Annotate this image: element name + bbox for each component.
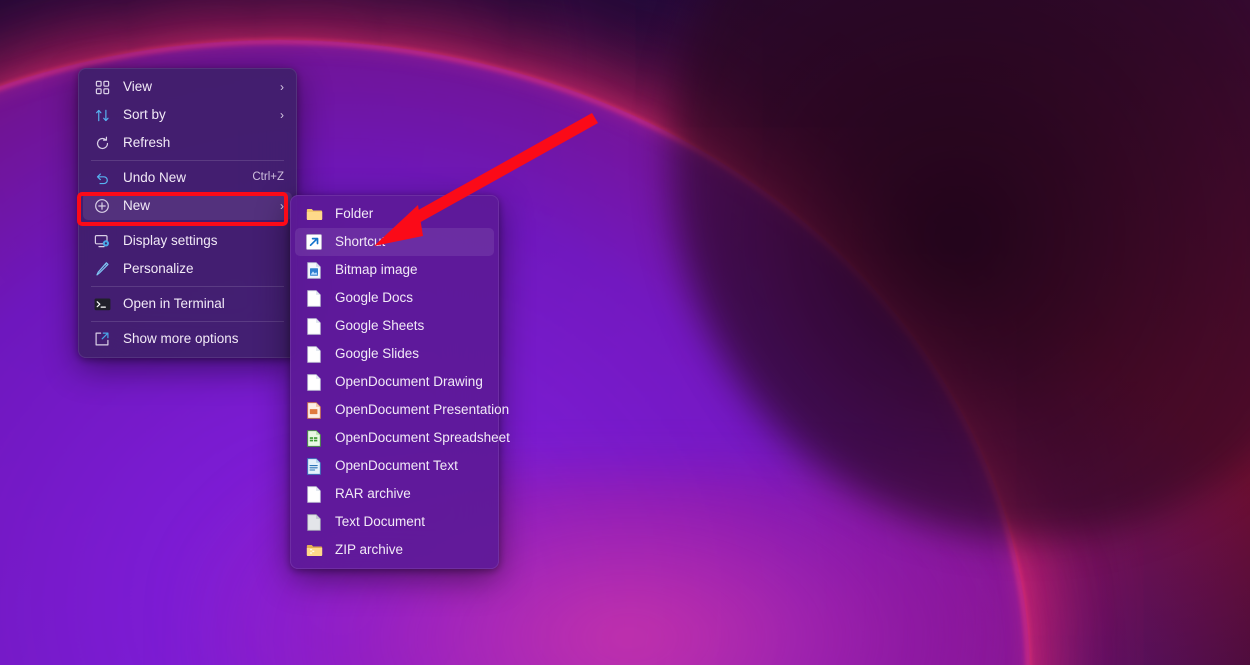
menu-item-label: Undo New <box>123 171 242 185</box>
submenu-item-opendocument-presentation[interactable]: OpenDocument Presentation <box>295 396 494 424</box>
menu-item-new[interactable]: New › <box>83 192 292 220</box>
menu-item-sort-by[interactable]: Sort by › <box>83 101 292 129</box>
submenu-item-google-sheets[interactable]: Google Sheets <box>295 312 494 340</box>
submenu-item-label: Shortcut <box>335 235 486 249</box>
menu-item-label: Display settings <box>123 234 284 248</box>
odp-document-icon <box>305 401 323 419</box>
bitmap-image-icon <box>305 261 323 279</box>
submenu-item-google-slides[interactable]: Google Slides <box>295 340 494 368</box>
submenu-item-opendocument-text[interactable]: OpenDocument Text <box>295 452 494 480</box>
submenu-item-label: OpenDocument Text <box>335 459 486 473</box>
chevron-right-icon: › <box>280 81 284 93</box>
submenu-item-opendocument-spreadsheet[interactable]: OpenDocument Spreadsheet <box>295 424 494 452</box>
paintbrush-icon <box>93 260 111 278</box>
new-submenu[interactable]: Folder Shortcut Bitmap im <box>290 195 499 569</box>
shortcut-arrow-icon <box>305 233 323 251</box>
menu-item-label: New <box>123 199 270 213</box>
blank-document-icon <box>305 317 323 335</box>
submenu-item-label: RAR archive <box>335 487 486 501</box>
monitor-gear-icon <box>93 232 111 250</box>
refresh-icon <box>93 134 111 152</box>
menu-item-label: Sort by <box>123 108 270 122</box>
submenu-item-rar-archive[interactable]: RAR archive <box>295 480 494 508</box>
submenu-item-text-document[interactable]: Text Document <box>295 508 494 536</box>
submenu-item-label: OpenDocument Drawing <box>335 375 486 389</box>
menu-separator <box>91 286 284 287</box>
chevron-right-icon: › <box>280 109 284 121</box>
submenu-item-shortcut[interactable]: Shortcut <box>295 228 494 256</box>
wallpaper-dark-right <box>670 0 1250 540</box>
submenu-item-label: Google Docs <box>335 291 486 305</box>
zip-folder-icon <box>305 541 323 559</box>
menu-separator <box>91 321 284 322</box>
ods-document-icon <box>305 429 323 447</box>
chevron-right-icon: › <box>280 200 284 212</box>
blank-document-icon <box>305 485 323 503</box>
submenu-item-label: OpenDocument Spreadsheet <box>335 431 510 445</box>
submenu-item-zip-archive[interactable]: ZIP archive <box>295 536 494 564</box>
desktop: View › Sort by › Ref <box>0 0 1250 665</box>
submenu-item-label: Text Document <box>335 515 486 529</box>
menu-item-shortcut-key: Ctrl+Z <box>252 172 284 184</box>
submenu-item-label: ZIP archive <box>335 543 486 557</box>
expand-options-icon <box>93 330 111 348</box>
menu-item-label: Show more options <box>123 332 284 346</box>
submenu-item-label: Folder <box>335 207 486 221</box>
submenu-item-opendocument-drawing[interactable]: OpenDocument Drawing <box>295 368 494 396</box>
blank-document-icon <box>305 373 323 391</box>
submenu-item-google-docs[interactable]: Google Docs <box>295 284 494 312</box>
plus-circle-icon <box>93 197 111 215</box>
undo-icon <box>93 169 111 187</box>
submenu-item-label: OpenDocument Presentation <box>335 403 509 417</box>
submenu-item-label: Bitmap image <box>335 263 486 277</box>
menu-item-label: Personalize <box>123 262 284 276</box>
menu-separator <box>91 223 284 224</box>
menu-item-display-settings[interactable]: Display settings <box>83 227 292 255</box>
menu-item-personalize[interactable]: Personalize <box>83 255 292 283</box>
menu-item-view[interactable]: View › <box>83 73 292 101</box>
submenu-item-bitmap-image[interactable]: Bitmap image <box>295 256 494 284</box>
menu-item-label: Refresh <box>123 136 274 150</box>
folder-icon <box>305 205 323 223</box>
blank-document-icon <box>305 345 323 363</box>
menu-item-open-in-terminal[interactable]: Open in Terminal <box>83 290 292 318</box>
submenu-item-label: Google Slides <box>335 347 486 361</box>
menu-item-show-more-options[interactable]: Show more options <box>83 325 292 353</box>
sort-arrows-icon <box>93 106 111 124</box>
menu-separator <box>91 160 284 161</box>
menu-item-undo-new[interactable]: Undo New Ctrl+Z <box>83 164 292 192</box>
menu-item-refresh[interactable]: Refresh <box>83 129 292 157</box>
terminal-icon <box>93 295 111 313</box>
odt-document-icon <box>305 457 323 475</box>
blank-document-icon <box>305 289 323 307</box>
text-document-icon <box>305 513 323 531</box>
desktop-context-menu[interactable]: View › Sort by › Ref <box>78 68 297 358</box>
grid-view-icon <box>93 78 111 96</box>
submenu-item-label: Google Sheets <box>335 319 486 333</box>
menu-item-label: Open in Terminal <box>123 297 284 311</box>
menu-item-label: View <box>123 80 270 94</box>
submenu-item-folder[interactable]: Folder <box>295 200 494 228</box>
